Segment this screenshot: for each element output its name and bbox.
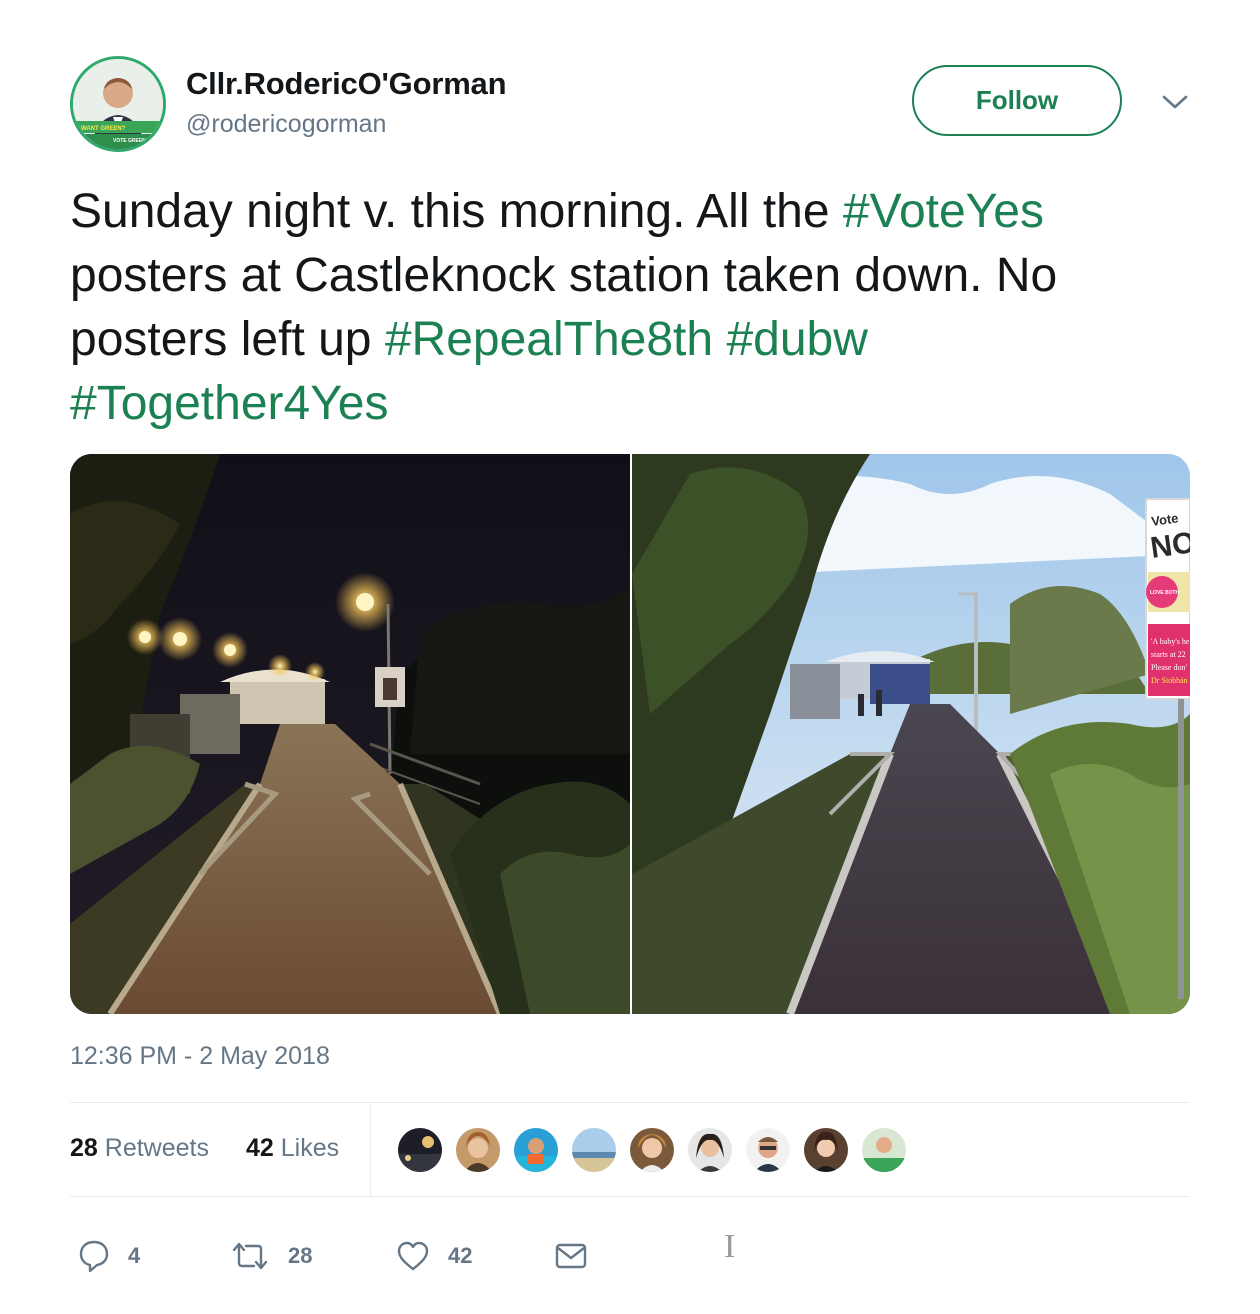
likes-stat[interactable]: 42 Likes: [246, 1134, 339, 1163]
media-grid: Vote NO LOVE BOTH 'A baby's he starts at…: [70, 454, 1190, 1014]
follow-button[interactable]: Follow: [912, 65, 1122, 136]
tweet-text-segment: Sunday night v. this morning. All the: [70, 185, 843, 238]
liker-avatar[interactable]: [802, 1126, 850, 1174]
divider: [70, 1196, 1190, 1197]
hashtag-link[interactable]: #RepealThe8th: [385, 313, 713, 366]
retweets-stat[interactable]: 28 Retweets: [70, 1134, 209, 1163]
avatar[interactable]: WANT GREEN? VOTE GREEN: [70, 56, 166, 152]
like-button[interactable]: 42: [396, 1238, 472, 1274]
night-photo[interactable]: [70, 454, 630, 1014]
day-photo[interactable]: Vote NO LOVE BOTH 'A baby's he starts at…: [632, 454, 1190, 1014]
tweet-actions: 4 28 42: [70, 1226, 1190, 1286]
text-cursor-icon: I: [724, 1228, 736, 1265]
poster-no-text: NO: [1148, 526, 1190, 565]
liker-avatar[interactable]: [454, 1126, 502, 1174]
retweets-count: 28: [70, 1134, 98, 1162]
poster-quote-line: Dr Siobhán C: [1151, 676, 1190, 685]
tweet-timestamp[interactable]: 12:36 PM - 2 May 2018: [70, 1042, 330, 1071]
like-count: 42: [448, 1243, 473, 1268]
liker-avatar[interactable]: [686, 1126, 734, 1174]
tweet-header: WANT GREEN? VOTE GREEN Cllr.RodericO'Gor…: [70, 56, 1190, 156]
liker-avatar[interactable]: [396, 1126, 444, 1174]
stats-separator: [370, 1104, 371, 1196]
reply-icon: [79, 1240, 109, 1273]
hashtag-link[interactable]: #VoteYes: [843, 185, 1044, 238]
reply-button[interactable]: 4: [78, 1238, 140, 1274]
avatar-image: WANT GREEN? VOTE GREEN: [73, 59, 163, 149]
envelope-icon: [555, 1243, 587, 1269]
avatar-caption-1: WANT GREEN?: [81, 126, 126, 132]
user-handle[interactable]: @rodericogorman: [186, 110, 386, 139]
reply-count: 4: [128, 1243, 141, 1268]
retweets-label: Retweets: [104, 1134, 209, 1162]
tweet-stats: 28 Retweets 42 Likes: [70, 1104, 1190, 1196]
avatar-caption-2: VOTE GREEN: [113, 138, 146, 144]
chevron-down-icon[interactable]: [1160, 90, 1190, 114]
tweet-media: Vote NO LOVE BOTH 'A baby's he starts at…: [70, 454, 1190, 1014]
liker-avatar[interactable]: [628, 1126, 676, 1174]
retweet-count: 28: [288, 1243, 313, 1268]
display-name[interactable]: Cllr.RodericO'Gorman: [186, 66, 507, 102]
poster-love-text: LOVE BOTH: [1150, 590, 1180, 596]
direct-message-button[interactable]: [554, 1238, 588, 1274]
retweet-button[interactable]: 28: [230, 1238, 312, 1274]
hashtag-link[interactable]: #Together4Yes: [70, 377, 389, 430]
liker-avatar[interactable]: [512, 1126, 560, 1174]
liker-avatar[interactable]: [860, 1126, 908, 1174]
poster-quote-line: starts at 22: [1151, 650, 1186, 659]
likes-label: Likes: [280, 1134, 340, 1162]
poster-quote-line: Please don': [1151, 663, 1187, 672]
heart-icon: [397, 1241, 429, 1271]
retweet-icon: [232, 1242, 268, 1270]
tweet-text: Sunday night v. this morning. All the #V…: [70, 180, 1180, 436]
likes-count: 42: [246, 1134, 274, 1162]
divider: [70, 1102, 1190, 1103]
hashtag-link[interactable]: #dubw: [726, 313, 867, 366]
liker-avatar[interactable]: [570, 1126, 618, 1174]
poster-quote-line: 'A baby's he: [1151, 637, 1190, 646]
liker-avatar[interactable]: [744, 1126, 792, 1174]
tweet-text-segment: [713, 313, 726, 366]
